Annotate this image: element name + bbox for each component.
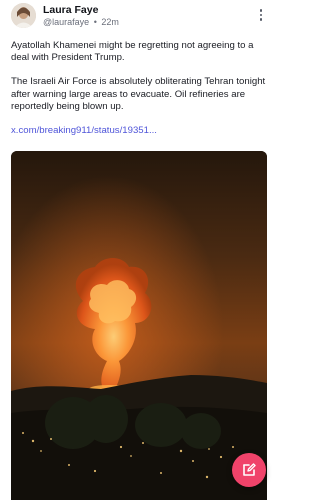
meta-separator: •	[93, 17, 97, 27]
post-meta: @laurafaye • 22m	[43, 17, 119, 27]
post-header: Laura Faye @laurafaye • 22m	[11, 3, 269, 29]
post-paragraph: Ayatollah Khamenei might be regretting n…	[11, 40, 254, 64]
post-link[interactable]: x.com/breaking911/status/19351...	[11, 125, 269, 137]
more-vertical-icon[interactable]	[253, 7, 269, 25]
post-body: Ayatollah Khamenei might be regretting n…	[11, 40, 269, 137]
author-name[interactable]: Laura Faye	[43, 4, 98, 16]
edit-icon[interactable]	[232, 453, 266, 487]
post-paragraph: The Israeli Air Force is absolutely obli…	[11, 76, 266, 112]
author-handle[interactable]: @laurafaye	[43, 17, 89, 27]
post-card: Laura Faye @laurafaye • 22m Ayatollah Kh…	[0, 0, 278, 500]
avatar[interactable]	[11, 3, 36, 28]
post-time: 22m	[101, 17, 119, 27]
avatar-image	[11, 3, 36, 28]
post-media-image[interactable]	[11, 151, 267, 500]
